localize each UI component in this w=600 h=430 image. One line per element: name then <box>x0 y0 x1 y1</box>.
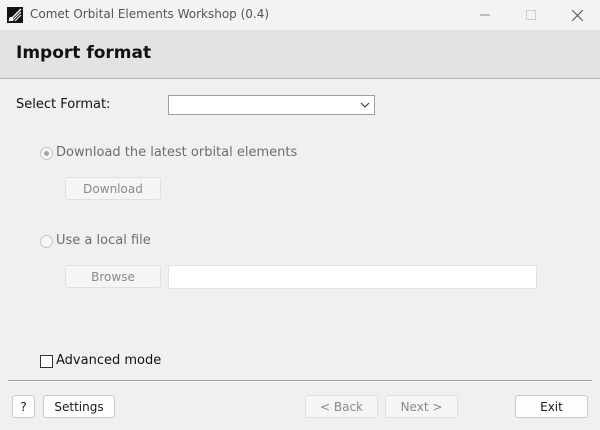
local-file-radio-label: Use a local file <box>56 233 151 248</box>
window-title: Comet Orbital Elements Workshop (0.4) <box>30 7 270 21</box>
advanced-mode-checkbox[interactable] <box>40 355 53 368</box>
file-path-input[interactable] <box>168 265 537 289</box>
title-bar: Comet Orbital Elements Workshop (0.4) <box>0 0 600 30</box>
maximize-button[interactable] <box>508 0 554 30</box>
help-button[interactable]: ? <box>12 395 35 418</box>
format-select[interactable] <box>168 95 375 115</box>
minimize-button[interactable] <box>462 0 508 30</box>
select-format-label: Select Format: <box>16 97 111 112</box>
chevron-down-icon <box>360 102 370 108</box>
page-title: Import format <box>16 43 152 63</box>
footer-divider <box>8 380 592 382</box>
local-file-radio[interactable] <box>40 235 53 248</box>
back-button[interactable]: < Back <box>305 395 378 418</box>
page-header: Import format <box>0 30 600 79</box>
exit-button[interactable]: Exit <box>515 395 588 418</box>
settings-button[interactable]: Settings <box>43 395 115 418</box>
minimize-icon <box>480 14 490 16</box>
comet-app-icon <box>7 7 23 23</box>
download-radio-label: Download the latest orbital elements <box>56 145 298 160</box>
advanced-mode-label: Advanced mode <box>56 353 162 368</box>
browse-button[interactable]: Browse <box>65 265 161 288</box>
download-button[interactable]: Download <box>65 177 161 200</box>
download-radio[interactable] <box>40 147 53 160</box>
close-button[interactable] <box>554 0 600 30</box>
close-icon <box>571 9 583 21</box>
next-button[interactable]: Next > <box>385 395 458 418</box>
maximize-icon <box>526 10 536 20</box>
